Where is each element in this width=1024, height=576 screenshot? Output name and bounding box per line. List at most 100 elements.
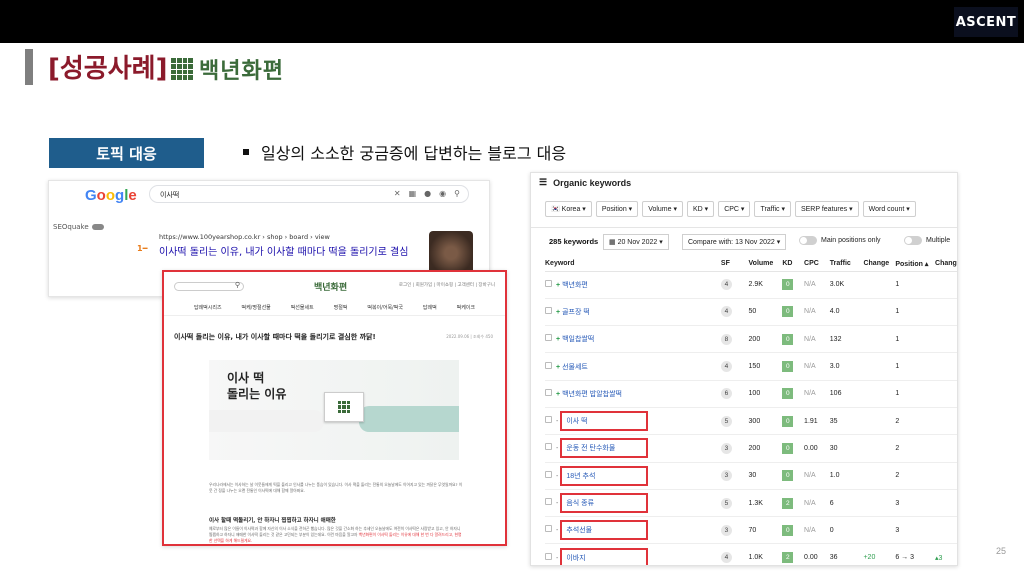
sf-badge[interactable]: 4 [720, 552, 732, 564]
blog-nav-item[interactable]: 떡선물세트 [291, 302, 314, 315]
result-url[interactable]: https://www.100yearshop.co.kr › shop › b… [159, 233, 330, 241]
table-row[interactable]: - 음식 종류 5 1.3K 2 N/A 6 3 [545, 489, 957, 518]
row-checkbox[interactable] [545, 470, 552, 478]
keyword-link[interactable]: 추석선물 [560, 520, 649, 541]
sf-badge[interactable]: 6 [720, 388, 732, 400]
column-header[interactable]: Volume [748, 257, 783, 272]
sf-badge[interactable]: 3 [720, 470, 732, 482]
keyword-link[interactable]: 이사 떡 [560, 411, 649, 432]
sf-badge[interactable]: 8 [720, 333, 732, 345]
table-row[interactable]: - 이사 떡 5 300 0 1.91 35 2 [545, 407, 957, 436]
filter-1[interactable]: Position ▾ [595, 201, 639, 217]
table-row[interactable]: + 선물세트 4 150 0 N/A 3.0 1 [545, 352, 957, 381]
blog-nav-item[interactable]: 떡케이크 [457, 302, 475, 315]
keyword-link[interactable]: 백일찹쌀떡 [562, 336, 594, 343]
date-select[interactable]: ▦ 20 Nov 2022 ▾ [603, 234, 669, 250]
column-header[interactable]: Change [935, 257, 957, 272]
filter-3[interactable]: KD ▾ [687, 201, 715, 217]
row-checkbox[interactable] [545, 416, 552, 424]
plus-icon[interactable]: + [556, 336, 560, 343]
keyword-link[interactable]: 백년화편 밥알찹쌀떡 [562, 391, 622, 398]
keyword-link[interactable]: 음식 종류 [560, 493, 649, 514]
row-checkbox[interactable] [545, 552, 552, 560]
table-row[interactable]: + 백년화편 4 2.9K 0 N/A 3.0K 1 [545, 271, 957, 299]
column-header[interactable]: Traffic [829, 257, 864, 272]
column-header[interactable]: Keyword [545, 257, 721, 272]
keyword-link[interactable]: 운동 전 탄수화물 [560, 438, 649, 459]
row-checkbox[interactable] [545, 361, 552, 369]
minus-icon[interactable]: - [556, 555, 558, 562]
minus-icon[interactable]: - [556, 418, 558, 425]
plus-icon[interactable]: + [556, 309, 560, 316]
plus-icon[interactable]: + [556, 391, 560, 398]
row-checkbox[interactable] [545, 279, 552, 287]
mic-icon[interactable]: ● [424, 189, 431, 198]
blog-brand[interactable]: 백년화편 [314, 280, 347, 293]
table-row[interactable]: -18년 추석 3 30 0 N/A 1.0 2 [545, 462, 957, 490]
keyword-link[interactable]: 18년 추석 [560, 465, 649, 486]
row-checkbox[interactable] [545, 388, 552, 396]
toggle-switch-icon[interactable] [904, 236, 922, 245]
filter-7[interactable]: Word count ▾ [862, 201, 916, 217]
filter-0[interactable]: 🇰🇷 Korea ▾ [545, 201, 592, 217]
row-checkbox[interactable] [545, 525, 552, 533]
search-icon[interactable]: ⚲ [454, 189, 460, 198]
row-checkbox[interactable] [545, 498, 552, 506]
minus-icon[interactable]: - [556, 473, 558, 480]
minus-icon[interactable]: - [556, 445, 558, 452]
column-header[interactable]: Change [863, 257, 896, 272]
filter-4[interactable]: CPC ▾ [718, 201, 751, 217]
sf-badge[interactable]: 3 [720, 524, 732, 536]
google-search-input[interactable]: 이사떡 ✕ ▦ ● ◉ ⚲ [149, 185, 469, 203]
toggle-switch-icon[interactable] [91, 224, 104, 230]
sf-badge[interactable]: 4 [720, 306, 732, 318]
filter-6[interactable]: SERP features ▾ [794, 201, 859, 217]
result-title-link[interactable]: 이사떡 돌리는 이유, 내가 이사할 때마다 떡을 돌리기로 결심 [159, 243, 429, 258]
blog-nav-item[interactable]: 답례떡 [423, 302, 437, 315]
blog-top-links[interactable]: 로그인 | 회원가입 | 마이쇼핑 | 고객센터 | 장바구니 [399, 282, 495, 288]
column-header[interactable]: SF [720, 257, 749, 272]
sf-badge[interactable]: 4 [720, 279, 732, 291]
compare-select[interactable]: Compare with: 13 Nov 2022 ▾ [682, 234, 787, 250]
sf-badge[interactable]: 5 [720, 497, 732, 509]
menu-icon[interactable]: ☰ [539, 177, 547, 188]
clear-icon[interactable]: ✕ [394, 189, 401, 198]
table-row[interactable]: + 골프장 떡 4 50 0 N/A 4.0 1 [545, 298, 957, 327]
keyword-link[interactable]: 이바지 [560, 547, 649, 565]
plus-icon[interactable]: + [556, 364, 560, 371]
keyword-link[interactable]: 선물세트 [562, 364, 588, 371]
keyword-link[interactable]: 백년화편 [562, 282, 588, 289]
sf-badge[interactable]: 5 [720, 415, 732, 427]
table-row[interactable]: - 운동 전 탄수화물 3 200 0 0.00 30 2 [545, 434, 957, 463]
search-icon[interactable]: ⚲ [235, 281, 240, 289]
keyword-link[interactable]: 골프장 떡 [562, 309, 590, 316]
blog-search-input[interactable]: ⚲ [174, 281, 244, 291]
multiple-toggle[interactable]: Multiple [904, 236, 950, 245]
sf-badge[interactable]: 3 [720, 442, 732, 454]
column-header[interactable]: CPC [804, 257, 830, 272]
result-thumbnail[interactable] [429, 231, 473, 275]
main-positions-toggle[interactable]: Main positions only [799, 236, 881, 245]
camera-icon[interactable]: ◉ [439, 189, 446, 198]
row-checkbox[interactable] [545, 443, 552, 451]
table-row[interactable]: - 이바지 4 1.0K 2 0.00 36 +20 6 → 3 ▴3 [545, 543, 957, 565]
column-header[interactable]: KD [782, 257, 805, 272]
toggle-switch-icon[interactable] [799, 236, 817, 245]
row-checkbox[interactable] [545, 334, 552, 342]
blog-nav-item[interactable]: 답례떡시리즈 [194, 302, 222, 315]
table-row[interactable]: - 추석선물 3 70 0 N/A 0 3 [545, 516, 957, 545]
plus-icon[interactable]: + [556, 282, 560, 289]
filter-2[interactable]: Volume ▾ [642, 201, 683, 217]
minus-icon[interactable]: - [556, 500, 558, 507]
keyboard-icon[interactable]: ▦ [409, 189, 417, 198]
filter-5[interactable]: Traffic ▾ [754, 201, 791, 217]
column-header[interactable]: Position ▴ [895, 257, 936, 272]
table-row[interactable]: + 백일찹쌀떡 8 200 0 N/A 132 1 [545, 325, 957, 354]
blog-nav-item[interactable]: 떡케/명절선물 [241, 302, 270, 315]
blog-nav-item[interactable]: 떡볶이/어묵/떡국 [367, 302, 403, 315]
minus-icon[interactable]: - [556, 527, 558, 534]
seoquake-toggle[interactable]: SEOquake [53, 223, 104, 231]
table-row[interactable]: + 백년화편 밥알찹쌀떡 6 100 0 N/A 106 1 [545, 380, 957, 408]
blog-nav-item[interactable]: 명절떡 [334, 302, 348, 315]
sf-badge[interactable]: 4 [720, 361, 732, 373]
